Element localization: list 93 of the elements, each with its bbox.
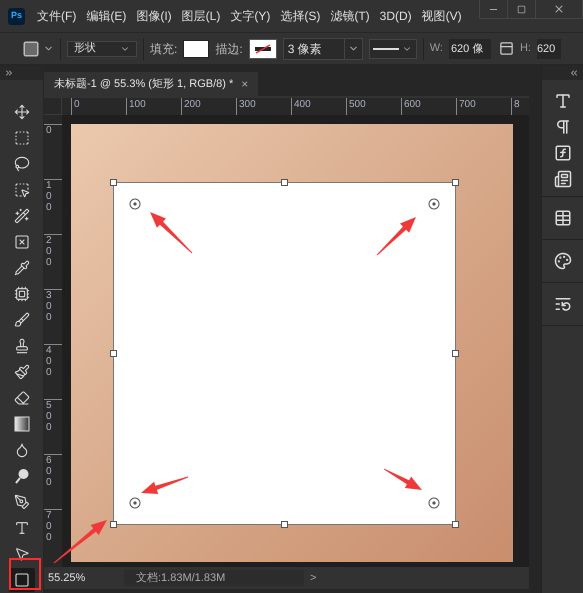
stroke-preview-icon (254, 44, 272, 54)
menu-item[interactable]: 文件(F) (37, 7, 76, 25)
tab-close-button[interactable]: × (241, 75, 248, 93)
pen-icon (14, 494, 30, 510)
transform-handle[interactable] (110, 350, 117, 357)
crosshair-icon (428, 198, 440, 210)
menu-item[interactable]: 视图(V) (422, 7, 462, 25)
fill-swatch[interactable] (183, 40, 210, 58)
lollipop-icon (14, 468, 30, 484)
transform-handle[interactable] (452, 350, 459, 357)
chip-icon (14, 286, 30, 302)
ruler-label: 600 (404, 99, 421, 111)
stroke-label: 描边: (215, 40, 243, 58)
rectangle-icon (22, 40, 40, 58)
tool-preset-picker[interactable] (22, 40, 54, 58)
transform-handle[interactable] (452, 521, 459, 528)
ruler-label: 200 (184, 99, 201, 111)
ruler-label: 500 (349, 99, 366, 111)
function-icon[interactable] (554, 144, 572, 162)
document-tab[interactable]: 未标题-1 @ 55.3% (矩形 1, RGB/8) * × (44, 72, 258, 96)
app-logo: Ps (8, 8, 25, 24)
crosshair-icon (428, 497, 440, 509)
close-icon (553, 3, 565, 15)
ruler-label: 400 (46, 345, 53, 380)
rectangle-icon (14, 572, 30, 588)
pointer-icon (14, 546, 30, 562)
frame-icon (14, 234, 30, 250)
menu-item[interactable]: 图层(L) (182, 7, 220, 25)
arrow (384, 468, 422, 490)
stroke-swatch[interactable] (248, 38, 277, 58)
tab-title: 未标题-1 @ 55.3% (矩形 1, RGB/8) * (54, 76, 234, 92)
ruler-label: 300 (46, 290, 53, 325)
ruler-label: 100 (46, 180, 53, 215)
transform-handle[interactable] (110, 521, 117, 528)
crosshair-icon (129, 198, 141, 210)
ruler-label: 0 (74, 99, 80, 111)
ruler-label: 8 (514, 99, 520, 111)
arrow (54, 520, 107, 564)
width-field[interactable]: 620 像 (448, 38, 491, 58)
wand-icon (14, 208, 30, 224)
brush-icon (14, 312, 30, 328)
stroke-style-dropdown[interactable] (368, 38, 417, 58)
highlight-frame (9, 558, 41, 590)
ruler-label: 0 (46, 125, 53, 138)
stamp-icon (14, 338, 30, 354)
fill-label: 填充: (150, 40, 178, 58)
menu-item[interactable]: 图像(I) (136, 7, 172, 25)
eyedropper-icon (14, 260, 30, 276)
menu-item[interactable]: 编辑(E) (86, 7, 126, 25)
zoom-level: 55.25% (48, 570, 86, 586)
marquee-icon (14, 130, 30, 146)
selection-pointer-icon (14, 182, 30, 198)
ruler-label: 700 (46, 510, 53, 545)
transform-handle[interactable] (281, 521, 288, 528)
width-label: W: (430, 41, 443, 56)
stroke-width-dropdown[interactable]: 3 像素 (282, 38, 363, 60)
eraser-icon (14, 390, 30, 406)
transform-handle[interactable] (110, 179, 117, 186)
document-size: 文档:1.83M/1.83M (124, 570, 304, 586)
ruler-label: 600 (46, 455, 53, 490)
restore-icon (517, 4, 526, 14)
height-label: H: (520, 41, 531, 56)
arrow (376, 217, 416, 256)
expand-icon[interactable] (4, 68, 14, 78)
menu-item[interactable]: 文字(Y) (230, 7, 270, 25)
table-icon[interactable] (554, 209, 572, 227)
character-icon[interactable] (554, 92, 572, 110)
mode-dropdown[interactable]: 形状 (67, 40, 137, 56)
transform-handle[interactable] (452, 179, 459, 186)
paintbrush-icon (14, 364, 30, 380)
gradient-icon (14, 416, 30, 432)
height-field[interactable]: 620 (536, 38, 561, 58)
type-icon (14, 520, 30, 536)
transform-handle[interactable] (281, 179, 288, 186)
menu-item[interactable]: 选择(S) (280, 7, 320, 25)
arrow (150, 212, 192, 254)
ruler-label: 400 (294, 99, 311, 111)
move-icon (14, 104, 30, 120)
ruler-label: 100 (129, 99, 146, 111)
ruler-label: 200 (46, 235, 53, 270)
palette-icon[interactable] (554, 252, 572, 270)
ruler-label: 500 (46, 400, 53, 435)
menu-item[interactable]: 3D(D) (380, 7, 412, 25)
lasso-icon (14, 156, 30, 172)
line-style-icon (373, 48, 400, 50)
ruler-label: 300 (239, 99, 256, 111)
menu-item[interactable]: 滤镜(T) (330, 7, 370, 25)
ruler-label: 700 (459, 99, 476, 111)
arrow (141, 476, 188, 494)
history-icon[interactable] (554, 295, 572, 313)
status-menu-button[interactable]: > (310, 570, 316, 586)
collapse-icon[interactable] (569, 68, 579, 78)
crosshair-icon (129, 497, 141, 509)
